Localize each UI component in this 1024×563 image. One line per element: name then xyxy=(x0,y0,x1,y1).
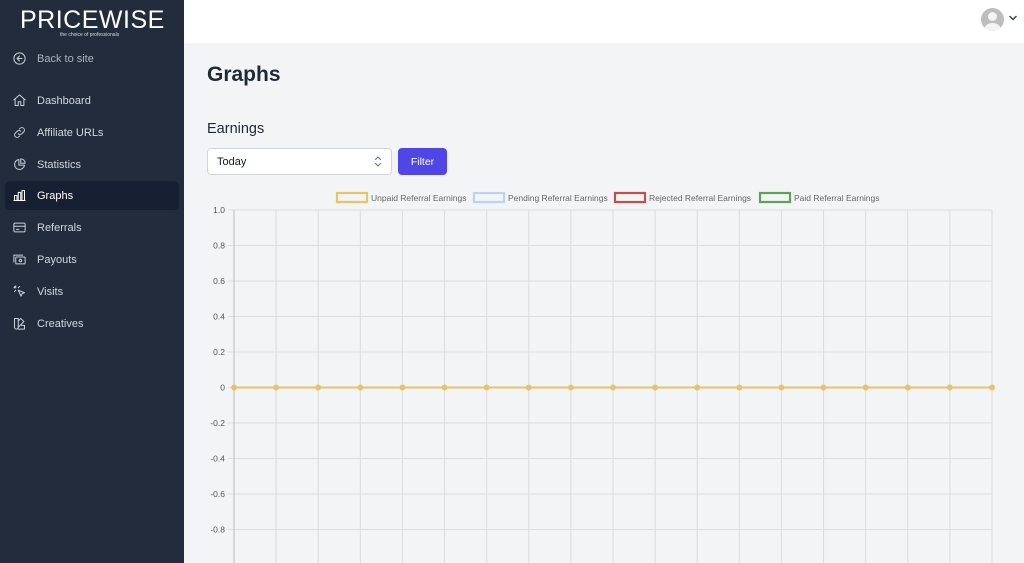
legend-label: Rejected Referral Earnings xyxy=(649,193,751,203)
sidebar-item-label: Affiliate URLs xyxy=(37,126,104,139)
y-tick-label: -0.6 xyxy=(210,489,225,499)
y-tick-label: -0.4 xyxy=(210,454,225,464)
data-point xyxy=(652,384,659,391)
sidebar-item-label: Creatives xyxy=(37,317,84,330)
sidebar-item-graphs[interactable]: Graphs xyxy=(5,181,179,210)
sidebar-item-label: Graphs xyxy=(37,189,74,202)
y-tick-label: 0 xyxy=(220,383,225,393)
link-icon xyxy=(11,125,27,141)
y-tick-label: 0.6 xyxy=(213,276,225,286)
data-point xyxy=(736,384,743,391)
brand-logo[interactable]: PRICEWISE the choice of professionals xyxy=(20,6,165,38)
period-select-value: Today xyxy=(217,155,247,168)
data-point xyxy=(946,384,953,391)
back-to-site-link[interactable]: Back to site xyxy=(5,44,179,73)
filter-button[interactable]: Filter xyxy=(398,148,447,175)
data-point xyxy=(525,384,532,391)
sidebar-item-payouts[interactable]: Payouts xyxy=(5,245,179,274)
sidebar-item-label: Referrals xyxy=(37,221,82,234)
legend-swatch xyxy=(472,191,506,204)
data-point xyxy=(357,384,364,391)
back-to-site-label: Back to site xyxy=(37,52,94,65)
sidebar-item-label: Payouts xyxy=(37,253,77,266)
data-point xyxy=(610,384,616,391)
sidebar-item-affiliate-urls[interactable]: Affiliate URLs xyxy=(5,118,179,147)
data-point xyxy=(694,384,701,391)
y-tick-label: 0.4 xyxy=(213,312,225,322)
sidebar-item-creatives[interactable]: Creatives xyxy=(5,309,179,338)
brand-tagline: the choice of professionals xyxy=(60,32,120,38)
data-point xyxy=(567,384,574,391)
y-tick-label: 0.2 xyxy=(213,347,225,357)
y-tick-label: -0.8 xyxy=(210,525,225,535)
data-point xyxy=(441,384,448,391)
legend-label: Pending Referral Earnings xyxy=(508,193,608,203)
brand-name: PRICEWISE xyxy=(20,6,165,34)
data-point xyxy=(315,384,322,391)
sidebar-item-label: Visits xyxy=(37,285,64,298)
data-point xyxy=(778,384,785,391)
data-point xyxy=(483,384,490,391)
y-tick-label: -0.2 xyxy=(210,418,225,428)
bar-chart-icon xyxy=(11,188,27,204)
sidebar-item-dashboard[interactable]: Dashboard xyxy=(5,86,179,115)
earnings-chart: 1.0 0.8 0.6 0.4 0.2 0 -0.2 -0.4 -0.6 -0.8 Unpaid R… xyxy=(184,185,1024,563)
section-title: Earnings xyxy=(207,121,265,137)
earnings-chart-svg: 1.0 0.8 0.6 0.4 0.2 0 -0.2 -0.4 -0.6 -0.8 Unpaid R… xyxy=(210,191,995,563)
data-point xyxy=(820,384,827,391)
data-point xyxy=(904,384,911,391)
sidebar-item-statistics[interactable]: Statistics xyxy=(5,150,179,179)
sidebar-item-visits[interactable]: Visits xyxy=(5,277,179,306)
page-title: Graphs xyxy=(207,63,281,86)
top-bar xyxy=(184,0,1024,43)
sidebar-item-referrals[interactable]: Referrals xyxy=(5,213,179,242)
data-point xyxy=(273,384,280,391)
y-tick-label: 0.8 xyxy=(213,241,225,251)
sidebar: PRICEWISE the choice of professionals Ba… xyxy=(0,0,184,563)
data-point xyxy=(231,384,237,391)
legend-swatch xyxy=(335,191,369,204)
data-point xyxy=(989,384,995,391)
cash-icon xyxy=(11,252,27,268)
cursor-click-icon xyxy=(11,284,27,300)
arrow-left-circle-icon xyxy=(11,51,27,67)
legend-label: Paid Referral Earnings xyxy=(794,193,880,203)
swatch-icon xyxy=(11,316,27,332)
user-avatar-icon[interactable] xyxy=(981,8,1004,31)
sidebar-item-label: Statistics xyxy=(37,158,82,171)
legend-label: Unpaid Referral Earnings xyxy=(371,193,466,203)
data-point xyxy=(862,384,869,391)
home-icon xyxy=(11,93,27,109)
y-tick-label: 1.0 xyxy=(213,205,225,215)
chevron-down-icon[interactable] xyxy=(1008,13,1018,23)
sidebar-item-label: Dashboard xyxy=(37,94,91,107)
credit-card-icon xyxy=(11,220,27,236)
chevron-up-down-icon xyxy=(374,156,382,167)
legend-swatch xyxy=(613,191,647,204)
legend-swatch xyxy=(758,191,792,204)
data-point xyxy=(399,384,406,391)
period-select[interactable]: Today xyxy=(207,148,392,175)
pie-chart-icon xyxy=(11,157,27,173)
